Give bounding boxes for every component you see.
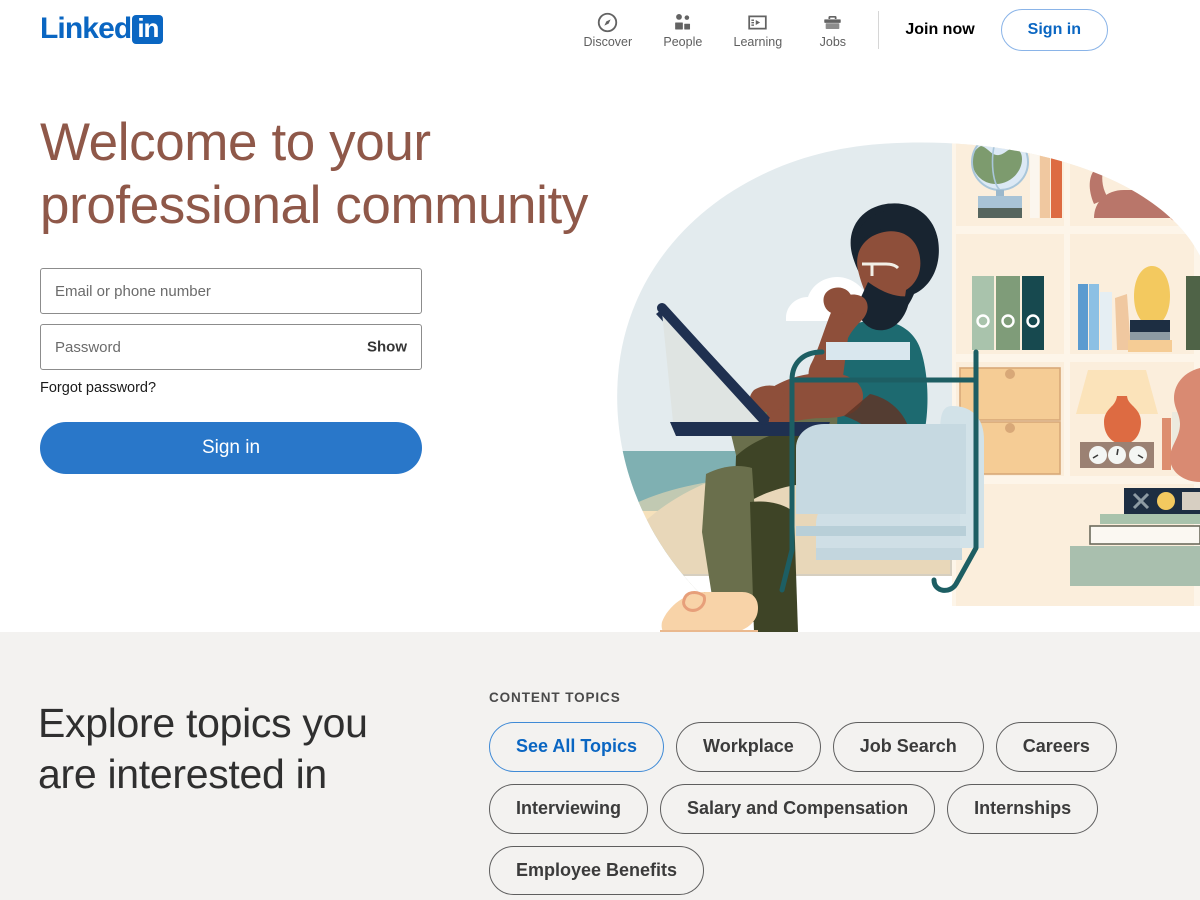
password-input[interactable] [41,325,421,369]
binders-decor [972,276,1044,350]
hero-illustration [600,106,1200,632]
topic-pill-salary-and-compensation[interactable]: Salary and Compensation [660,783,936,834]
header-nav: Discover People Learning Jobs Join now S… [570,6,1108,54]
topic-pill-interviewing[interactable]: Interviewing [489,783,649,834]
nav-item-learning[interactable]: Learning [720,11,795,49]
armrest-cushion [826,342,910,360]
headline-line-2: professional community [40,175,588,235]
nav-divider [878,11,880,49]
password-field-wrap[interactable]: Show [40,324,422,370]
people-icon [672,11,693,33]
topics-title-line-2: are interested in [38,750,327,797]
learning-screen-icon [747,11,768,33]
email-input[interactable] [41,269,421,313]
topic-pill-job-search[interactable]: Job Search [832,722,984,772]
linkedin-login-page: Linked in Discover People Learning Jobs … [0,0,1200,900]
topic-pill-internships[interactable]: Internships [947,783,1099,834]
nav-label-discover: Discover [583,35,633,50]
topic-pill-careers[interactable]: Careers [995,722,1117,772]
briefcase-icon [822,11,843,33]
chair-seat [796,424,966,514]
person-with-laptop-illustration [617,142,1200,632]
clocks-decor [1080,442,1154,468]
sign-in-form: Show Forgot password? Sign in [40,268,422,474]
forgot-password-link[interactable]: Forgot password? [40,380,422,396]
page-title: Welcome to your professional community [40,112,600,237]
nav-item-jobs[interactable]: Jobs [795,11,870,49]
headline-line-1: Welcome to your [40,113,431,172]
compass-icon [597,11,618,33]
topic-pill-see-all-topics[interactable]: See All Topics [489,722,665,772]
nav-item-people[interactable]: People [645,11,720,49]
bookshelf [952,142,1200,606]
topic-pill-workplace[interactable]: Workplace [676,722,821,772]
topics-title-line-1: Explore topics you [38,700,368,746]
nav-label-learning: Learning [733,35,783,50]
explore-topics-section: Explore topics you are interested in CON… [0,632,1200,900]
email-field-wrap[interactable] [40,268,422,314]
nav-label-people: People [663,35,703,50]
cat-decor [1089,165,1183,221]
join-now-button[interactable]: Join now [891,13,988,47]
hero-section: Welcome to your professional community S… [0,60,1200,632]
globe-decor [971,142,1029,218]
nav-label-jobs: Jobs [819,35,847,50]
topic-pill-employee-benefits[interactable]: Employee Benefits [489,845,705,896]
site-header: Linked in Discover People Learning Jobs … [0,0,1200,60]
linkedin-logo[interactable]: Linked in [40,12,164,45]
logo-wordmark: Linked [40,12,132,45]
nav-item-discover[interactable]: Discover [570,11,645,49]
chair-seat-edge [796,526,966,536]
content-topics-label: CONTENT TOPICS [489,690,621,705]
logo-in-badge: in [132,14,164,44]
sign-in-submit-button[interactable]: Sign in [40,422,422,474]
show-password-button[interactable]: Show [367,339,407,356]
topics-content: CONTENT TOPICS See All Topics Workplace … [489,690,1189,896]
topic-pill-list: See All Topics Workplace Job Search Care… [489,722,1189,896]
topics-title: Explore topics you are interested in [38,698,438,800]
header-sign-in-button[interactable]: Sign in [1000,9,1108,51]
